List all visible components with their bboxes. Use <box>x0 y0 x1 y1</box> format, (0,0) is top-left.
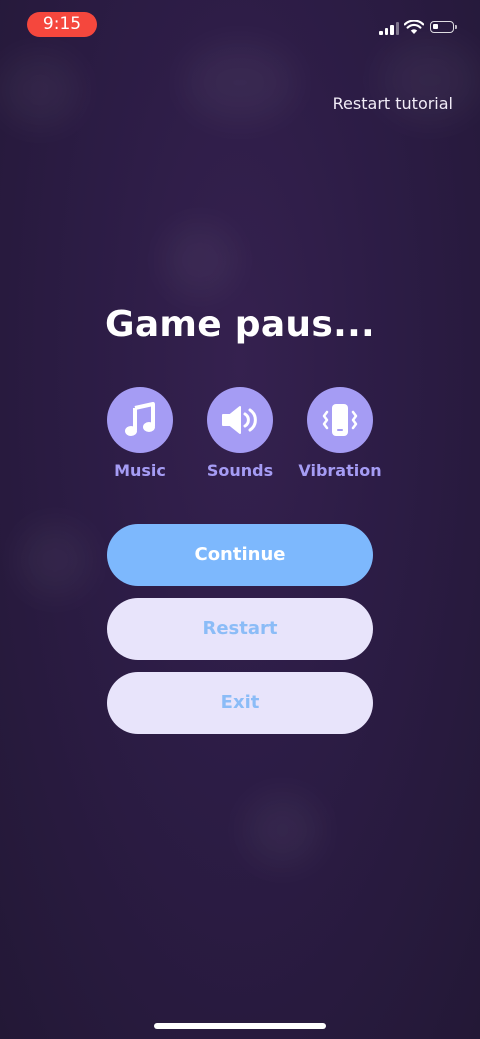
phone-vibrate-icon <box>322 404 358 436</box>
music-note-icon <box>125 402 155 436</box>
vibration-toggle[interactable]: Vibration <box>285 387 395 480</box>
music-toggle[interactable]: Music <box>85 387 195 480</box>
battery-icon <box>430 21 457 33</box>
music-toggle-label: Music <box>114 461 166 480</box>
status-bar: 9:15 <box>0 0 480 50</box>
speaker-icon <box>222 406 257 434</box>
background-blur-dot <box>0 55 80 125</box>
vibration-toggle-label: Vibration <box>298 461 382 480</box>
cellular-signal-icon <box>379 22 401 35</box>
vibration-toggle-button[interactable] <box>307 387 373 453</box>
music-toggle-button[interactable] <box>107 387 173 453</box>
sounds-toggle-label: Sounds <box>206 461 274 480</box>
sounds-toggle[interactable]: Sounds <box>185 387 295 480</box>
status-time: 9:15 <box>27 12 97 37</box>
wifi-icon <box>404 20 424 34</box>
background-blur-dot <box>245 795 320 865</box>
background-blur-dot <box>20 525 90 595</box>
home-indicator[interactable] <box>154 1023 326 1029</box>
continue-button[interactable]: Continue <box>107 524 373 586</box>
restart-tutorial-link[interactable]: Restart tutorial <box>333 94 453 113</box>
exit-button[interactable]: Exit <box>107 672 373 734</box>
background-blur-dot <box>185 45 295 120</box>
page-title: Game paus... <box>104 304 376 345</box>
sounds-toggle-button[interactable] <box>207 387 273 453</box>
background-blur-dot <box>165 225 235 295</box>
restart-button[interactable]: Restart <box>107 598 373 660</box>
